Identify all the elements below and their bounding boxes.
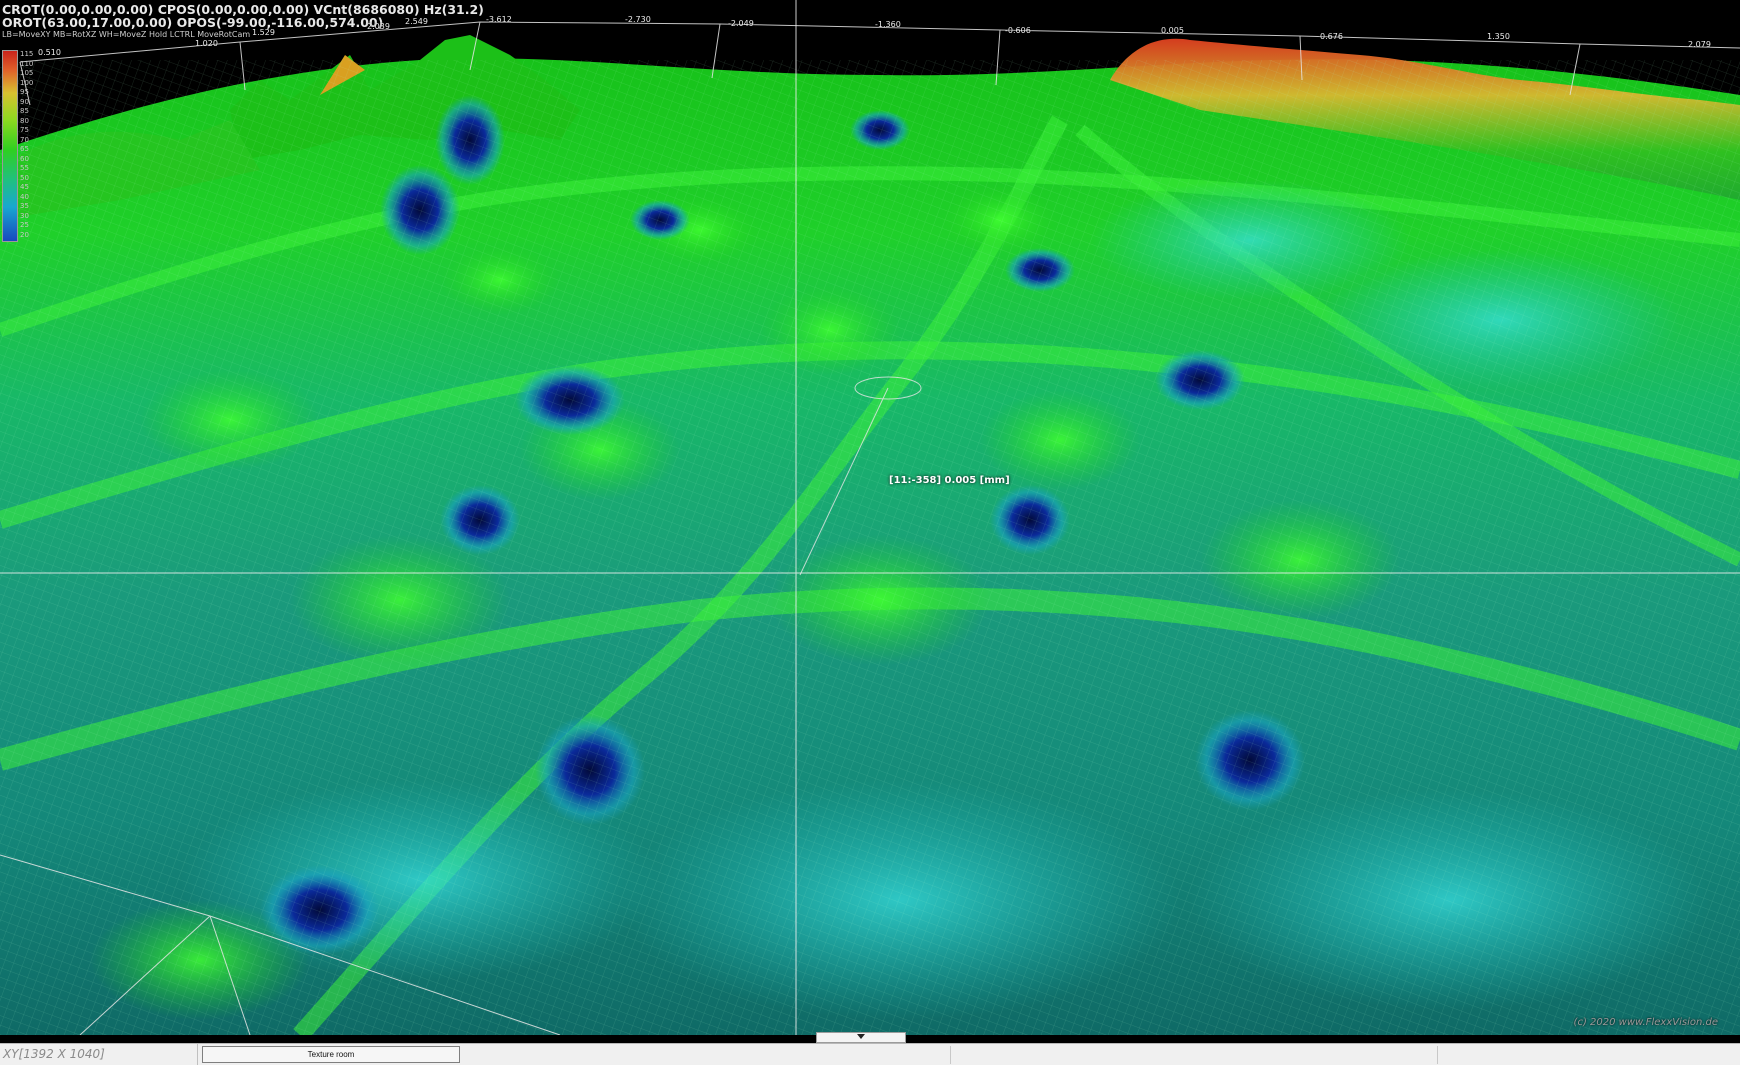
axis-tick-label: -3.612 [486,15,512,24]
legend-value: 60 [20,154,29,163]
axis-tick-label: 2.549 [405,17,428,26]
copyright-watermark: (c) 2020 www.FlexxVision.de [1573,1017,1718,1028]
legend-value: 90 [20,97,29,106]
legend-value: 65 [20,145,29,153]
color-scale-legend [2,50,18,242]
legend-value: 110 [20,59,34,68]
axis-tick-label: 1.529 [252,28,275,37]
legend-value: 30 [20,211,29,220]
axis-tick-label: 1.350 [1487,32,1510,41]
axis-tick-label: -2.730 [625,15,651,24]
surface-render[interactable] [0,0,1740,1035]
status-cell [951,1044,1437,1065]
legend-value: 40 [20,192,29,201]
legend-value: 35 [20,202,29,210]
axis-tick-label: 0.005 [1161,26,1184,35]
legend-value: 45 [20,183,29,191]
3d-surface-viewport[interactable]: CROT(0.00,0.00,0.00) CPOS(0.00,0.00,0.00… [0,0,1740,1035]
legend-value: 20 [20,230,29,239]
legend-value: 95 [20,88,29,96]
legend-value: 55 [20,164,29,172]
panel-toggle-handle[interactable] [816,1032,906,1043]
legend-value: 85 [20,107,29,115]
axis-tick-label: 1.020 [195,39,218,48]
object-rotation-readout: OROT(63.00,17.00,0.00) OPOS(-99.00,-116.… [2,15,384,30]
axis-tick-label: -2.049 [728,19,754,28]
legend-value: 115 [20,50,34,58]
axis-tick-label: 0.676 [1320,32,1343,41]
texture-room-button[interactable]: Texture room [202,1046,460,1063]
axis-tick-label: -0.606 [1005,26,1031,35]
axis-tick-label: 0.510 [38,48,61,57]
legend-value: 25 [20,221,29,229]
flexxvision-3d-viewer: CROT(0.00,0.00,0.00) CPOS(0.00,0.00,0.00… [0,0,1740,1065]
legend-value: 50 [20,173,29,182]
image-size-label: XY[1392 X 1040] [0,1044,198,1065]
axis-tick-label: -1.360 [875,20,901,29]
axis-tick-label: 2.079 [1688,40,1711,49]
chevron-down-icon [857,1034,865,1039]
legend-value: 100 [20,78,34,87]
legend-value: 105 [20,69,34,77]
status-bar: XY[1392 X 1040] Texture room [0,1043,1740,1065]
status-cell [464,1044,950,1065]
status-cell [1438,1044,1740,1065]
cursor-height-readout: [11:-358] 0.005 [mm] [889,475,1010,486]
legend-value: 70 [20,135,29,144]
mouse-controls-hint: LB=MoveXY MB=RotXZ WH=MoveZ Hold LCTRL M… [2,30,251,39]
axis-tick-label: 2.039 [367,22,390,31]
legend-value: 80 [20,116,29,125]
legend-value: 75 [20,126,29,134]
